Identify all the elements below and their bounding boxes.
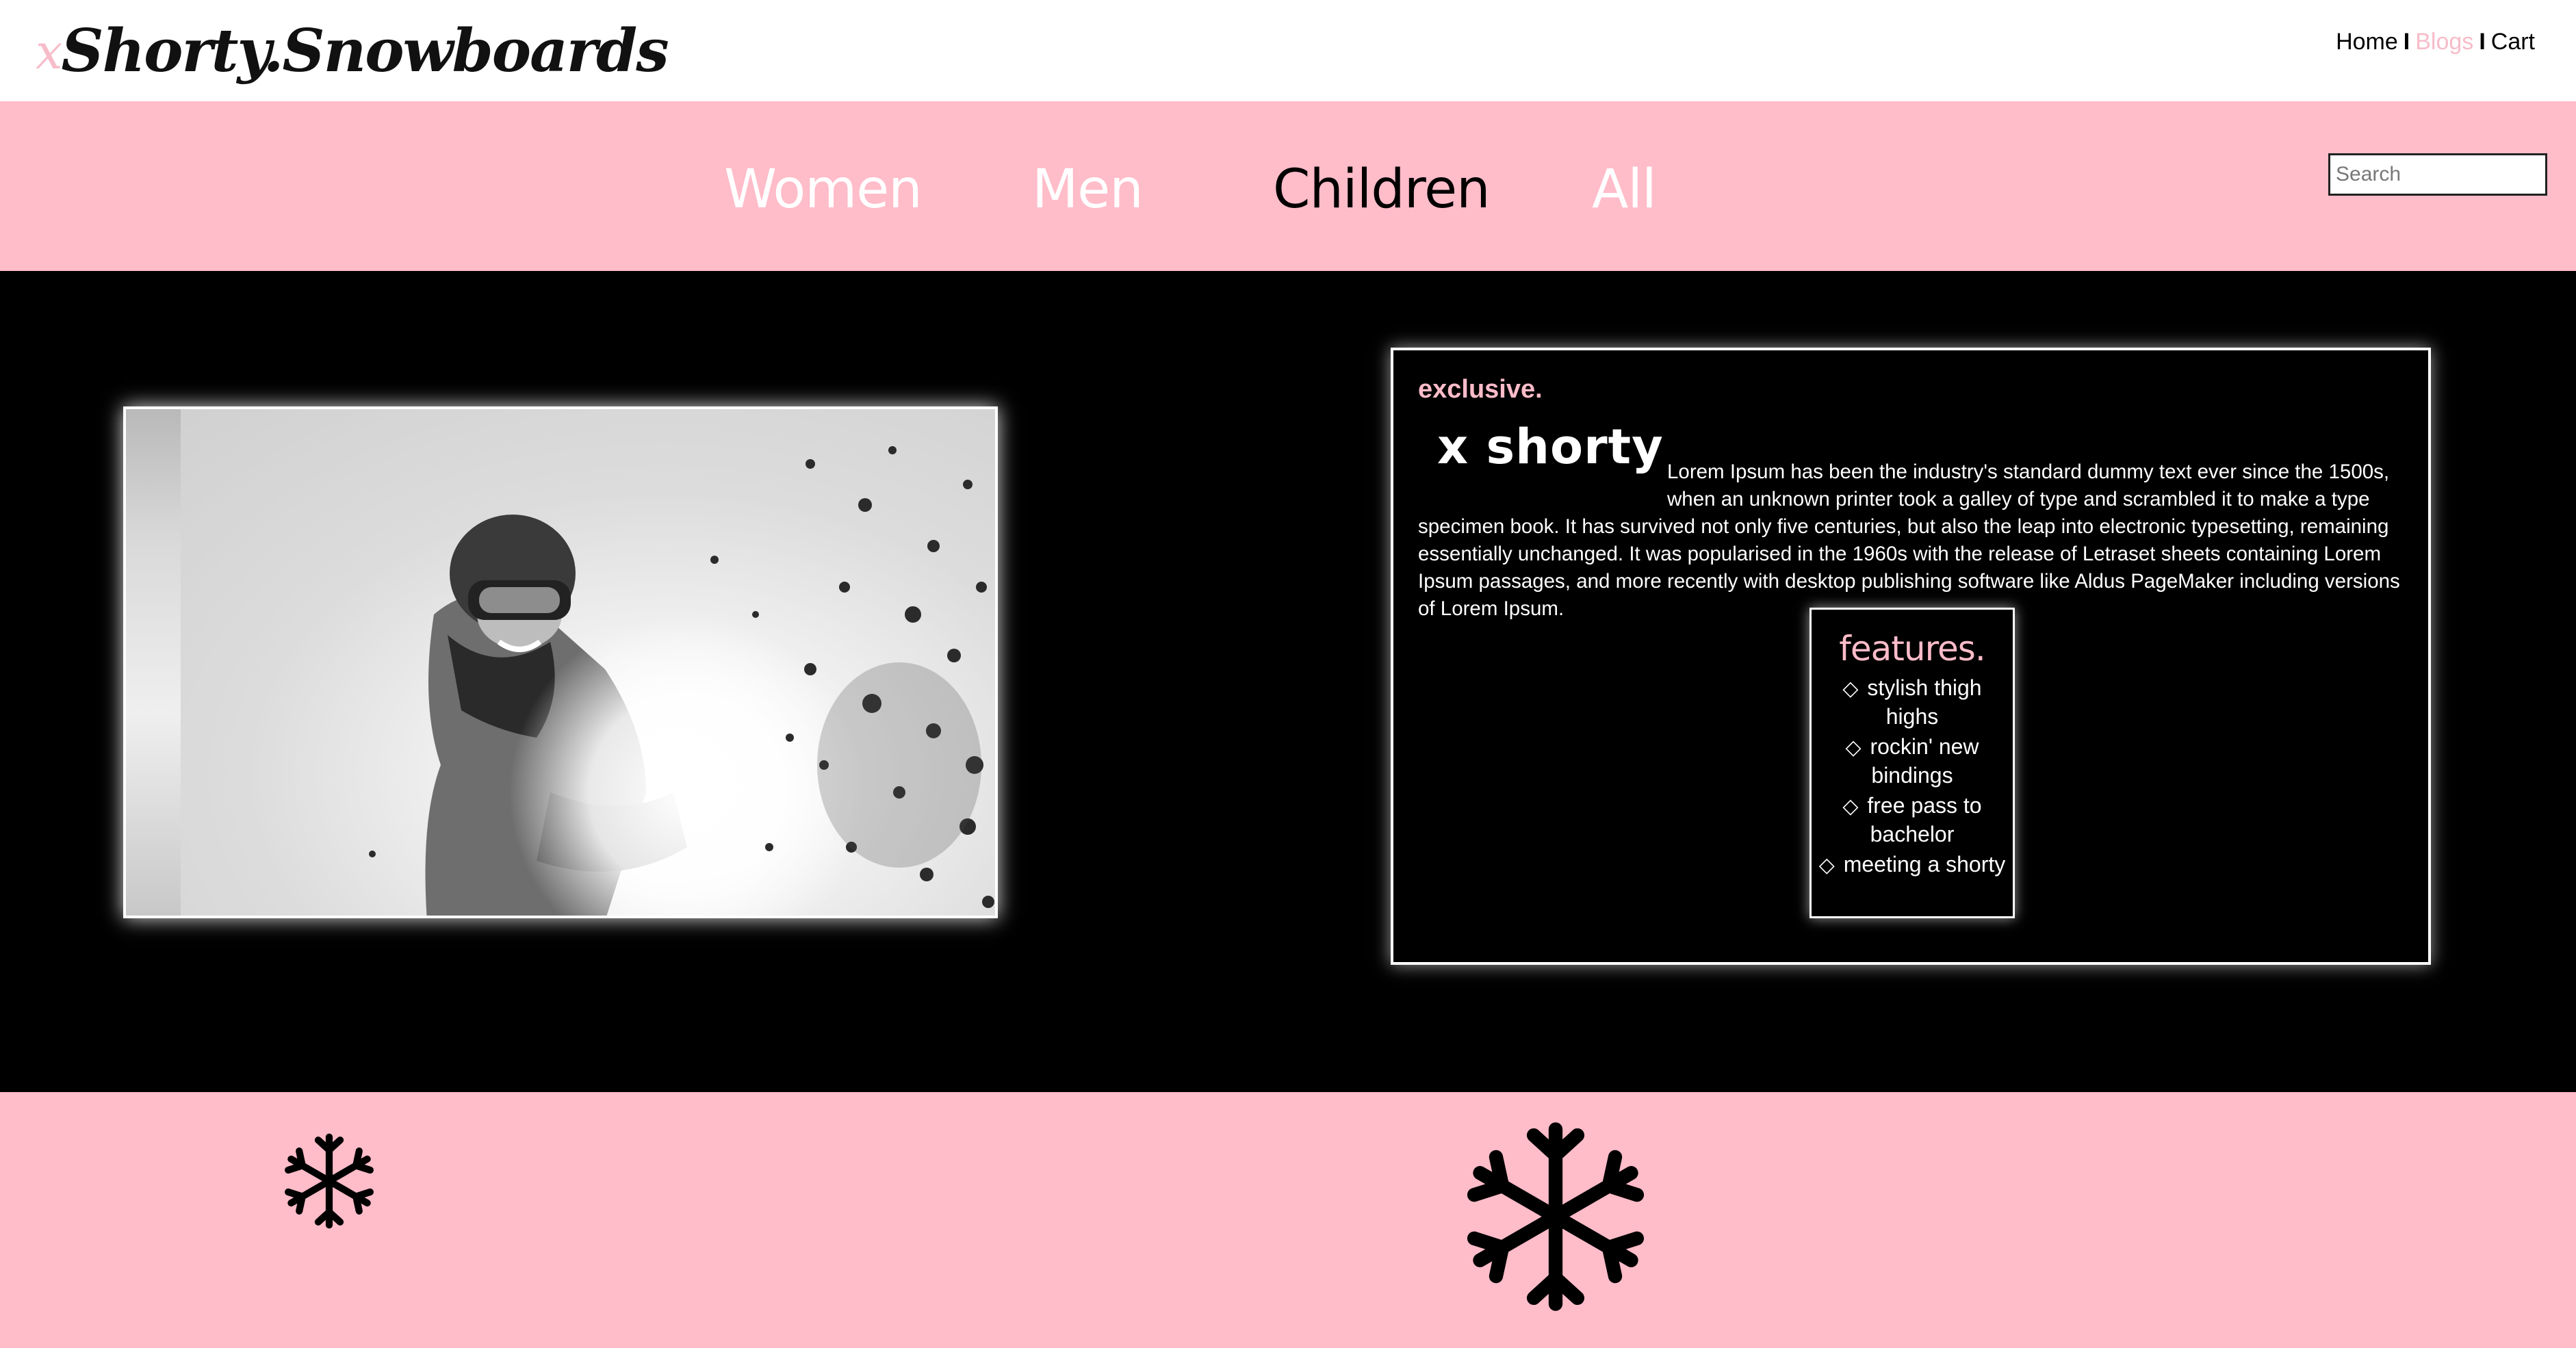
nav-item-women[interactable]: Women [724,159,923,220]
product-description: Lorem Ipsum has been the industry's stan… [1418,458,2410,623]
features-list: ◇ stylish thigh highs ◇ rockin' new bind… [1812,674,2013,879]
blogs-link[interactable]: Blogs [2415,29,2473,55]
search-input[interactable] [2328,153,2547,196]
list-item: ◇ rockin' new bindings [1812,733,2013,789]
hero-section: exclusive. x shorty Lorem Ipsum has been… [0,271,2576,1092]
list-item: ◇ stylish thigh highs [1812,674,2013,730]
feature-text: rockin' new bindings [1870,734,1979,788]
link-separator: I [2403,29,2410,55]
nav-item-children[interactable]: Children [1273,159,1491,220]
snowboarder-photo [123,406,998,918]
logo-text: Shorty.Snowboards [61,16,669,86]
text-float-spacer [1418,458,1667,513]
link-separator: I [2479,29,2486,55]
top-bar: xShorty.Snowboards Home I Blogs I Cart [0,0,2576,101]
snowboarder-figure [369,446,994,916]
home-link[interactable]: Home [2336,29,2398,55]
feature-text: stylish thigh highs [1867,675,1982,729]
snowflake-icon [1467,1122,1645,1311]
feature-text: meeting a shorty [1843,852,2006,877]
site-logo[interactable]: xShorty.Snowboards [36,16,669,92]
footer [0,1092,2576,1348]
diamond-bullet-icon: ◇ [1845,736,1862,759]
snowflake-icon [285,1133,374,1229]
main-nav: Women Men Children All [0,101,2576,271]
diamond-bullet-icon: ◇ [1818,854,1835,877]
features-title: features. [1839,629,1985,669]
diamond-bullet-icon: ◇ [1842,677,1859,700]
diamond-bullet-icon: ◇ [1842,795,1859,818]
logo-prefix: x [36,24,63,80]
utility-links: Home I Blogs I Cart [2336,29,2535,55]
cart-link[interactable]: Cart [2491,29,2535,55]
nav-item-men[interactable]: Men [1032,159,1144,220]
nav-item-all[interactable]: All [1592,159,1657,220]
feature-text: free pass to bachelor [1867,793,1982,846]
list-item: ◇ free pass to bachelor [1812,792,2013,848]
list-item: ◇ meeting a shorty [1812,851,2013,879]
product-card: exclusive. x shorty Lorem Ipsum has been… [1391,348,2431,965]
features-box: features. ◇ stylish thigh highs ◇ rockin… [1809,608,2015,918]
exclusive-tag: exclusive. [1418,375,1543,404]
